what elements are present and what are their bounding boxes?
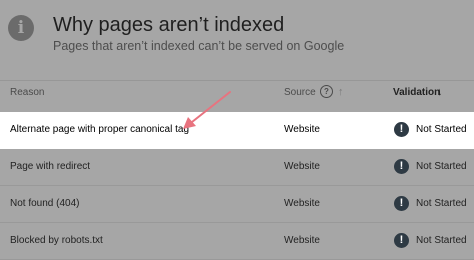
source-cell: Website [284, 235, 320, 246]
source-cell: Website [284, 198, 320, 209]
reason-cell: Blocked by robots.txt [10, 235, 103, 246]
table-row[interactable]: Page with redirect Website ! Not Started [0, 149, 474, 186]
source-cell: Website [284, 161, 320, 172]
reason-cell: Not found (404) [10, 198, 80, 209]
validation-status: Not Started [416, 161, 467, 172]
alert-icon: ! [394, 122, 409, 137]
info-icon: i [8, 15, 34, 41]
table-row[interactable]: Blocked by robots.txt Website ! Not Star… [0, 223, 474, 260]
validation-status: Not Started [416, 198, 467, 209]
page-subtitle: Pages that aren’t indexed can’t be serve… [53, 39, 345, 53]
reasons-table: Alternate page with proper canonical tag… [0, 112, 474, 260]
reason-cell: Alternate page with proper canonical tag [10, 124, 190, 135]
table-header: Reason Source ? ↑ Validation ↓ [0, 80, 474, 104]
sort-down-icon[interactable]: ↓ [437, 86, 443, 98]
source-cell: Website [284, 124, 320, 135]
column-header-validation[interactable]: Validation [393, 87, 440, 98]
alert-icon: ! [394, 159, 409, 174]
help-icon[interactable]: ? [320, 85, 333, 98]
alert-icon: ! [394, 196, 409, 211]
sort-up-icon[interactable]: ↑ [338, 86, 344, 98]
page-title: Why pages aren’t indexed [53, 14, 285, 36]
column-header-reason: Reason [10, 87, 45, 98]
validation-status: Not Started [416, 124, 467, 135]
table-row[interactable]: Alternate page with proper canonical tag… [0, 112, 474, 149]
page-header: i Why pages aren’t indexed Pages that ar… [0, 0, 474, 64]
table-row[interactable]: Not found (404) Website ! Not Started [0, 186, 474, 223]
reason-cell: Page with redirect [10, 161, 91, 172]
alert-icon: ! [394, 233, 409, 248]
validation-status: Not Started [416, 235, 467, 246]
column-header-source[interactable]: Source [284, 87, 316, 98]
header-divider [0, 80, 474, 81]
